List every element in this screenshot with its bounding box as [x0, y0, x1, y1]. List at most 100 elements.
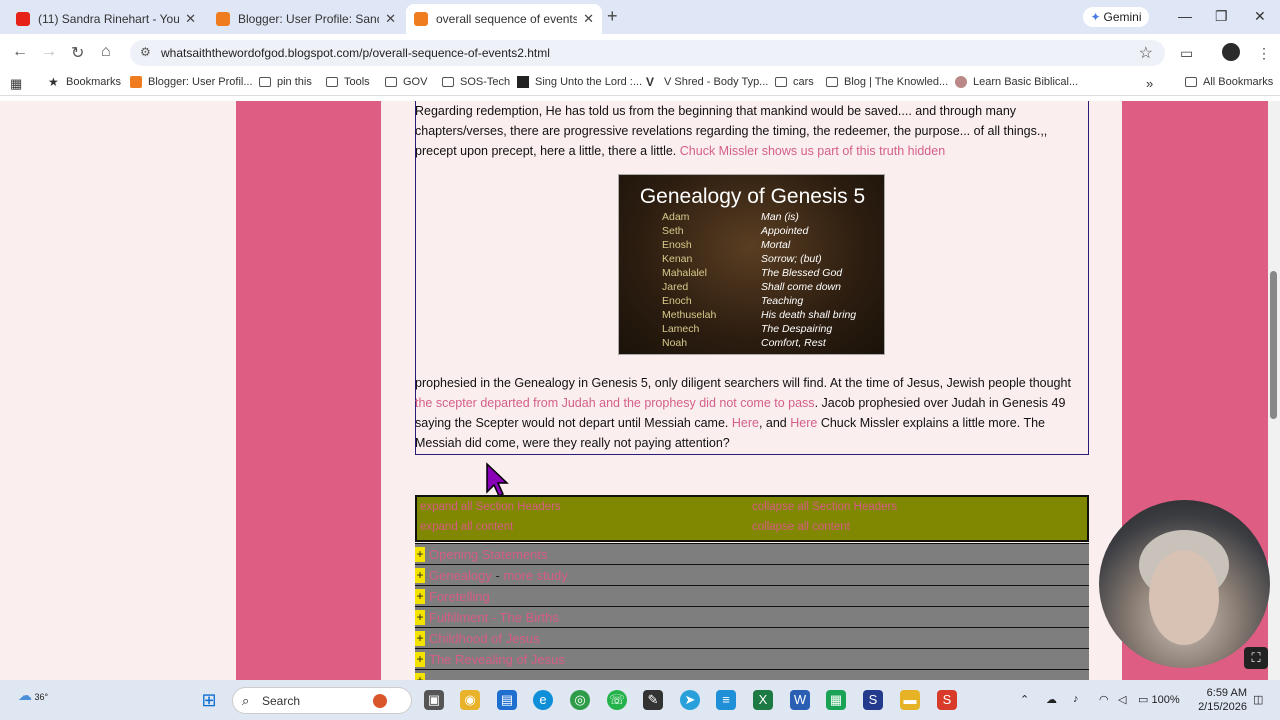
chrome-icon[interactable]: ◎: [570, 690, 590, 710]
bookmark-cars[interactable]: cars: [775, 76, 814, 88]
sway-icon[interactable]: S: [863, 690, 883, 710]
tray-overflow-icon[interactable]: ⌃: [1020, 693, 1029, 706]
close-tab-icon[interactable]: ✕: [583, 11, 594, 27]
profile-avatar[interactable]: [1222, 43, 1240, 61]
section-label[interactable]: Genealogy - more study: [429, 568, 568, 583]
store-icon[interactable]: ▤: [497, 690, 517, 710]
volume-icon[interactable]: ◁: [1118, 693, 1126, 706]
expand-content-link[interactable]: expand all content: [420, 521, 513, 533]
tab-blogger-profile[interactable]: Blogger: User Profile: Sandra Ri ✕: [208, 4, 404, 34]
plus-icon[interactable]: +: [415, 568, 425, 583]
section-label[interactable]: Opening Statements: [429, 547, 548, 562]
section-row[interactable]: + Fulfillment - The Births: [415, 606, 1089, 627]
bookmark-sos-tech[interactable]: SOS-Tech: [442, 76, 510, 88]
site-info-icon[interactable]: ⚙: [140, 45, 151, 59]
clock[interactable]: 6:59 AM 2/15/2026: [1195, 686, 1247, 714]
clock-time: 6:59 AM: [1206, 687, 1247, 699]
excel-icon[interactable]: X: [753, 690, 773, 710]
genealogy-name: Seth: [662, 225, 684, 237]
bookmark-all-bookmarks[interactable]: All Bookmarks: [1185, 76, 1273, 88]
bookmark-vshred[interactable]: VV Shred - Body Typ...: [646, 76, 768, 88]
task-view-icon[interactable]: ▣: [424, 690, 444, 710]
s-app-icon[interactable]: S: [937, 690, 957, 710]
gemini-button[interactable]: ✦ Gemini: [1083, 7, 1149, 27]
word-icon[interactable]: W: [790, 690, 810, 710]
page-scrollbar[interactable]: [1268, 101, 1280, 680]
section-row[interactable]: + Childhood of Jesus: [415, 627, 1089, 648]
bookmark-blogger[interactable]: Blogger: User Profil...: [130, 76, 253, 88]
back-icon[interactable]: ←: [12, 43, 28, 61]
link-here-1[interactable]: Here: [732, 416, 759, 430]
link-scepter[interactable]: the scepter departed from Judah and the …: [415, 396, 815, 410]
tab-youtube[interactable]: (11) Sandra Rinehart - YouTube ✕: [8, 4, 204, 34]
close-tab-icon[interactable]: ✕: [385, 11, 396, 27]
section-row[interactable]: + Foretelling: [415, 585, 1089, 606]
plus-icon[interactable]: +: [415, 547, 425, 562]
whatsapp-icon[interactable]: ☏: [607, 690, 627, 710]
file-explorer-icon[interactable]: ▬: [900, 690, 920, 710]
bookmarks-overflow-button[interactable]: »: [1146, 76, 1153, 91]
sheets-icon[interactable]: ▦: [826, 690, 846, 710]
widgets-icon[interactable]: ◉: [460, 690, 480, 710]
windows-start-icon[interactable]: ⊞: [199, 690, 219, 710]
section-label[interactable]: Childhood of Jesus: [429, 631, 540, 646]
apps-icon[interactable]: ▦: [10, 76, 22, 92]
notepad-icon[interactable]: ≡: [716, 690, 736, 710]
section-row[interactable]: + Opening Statements: [415, 543, 1089, 564]
section-row[interactable]: + Genealogy - more study: [415, 564, 1089, 585]
bookmark-gov[interactable]: GOV: [385, 76, 427, 88]
section-row[interactable]: + The Revealing of Jesus: [415, 648, 1089, 669]
battery-indicator[interactable]: ▭ 100%: [1138, 693, 1180, 706]
microphone-icon[interactable]: ♪: [1073, 693, 1079, 705]
plus-icon[interactable]: +: [415, 673, 425, 680]
expand-headers-link[interactable]: expand all Section Headers: [420, 501, 561, 513]
plus-icon[interactable]: +: [415, 631, 425, 646]
plus-icon[interactable]: +: [415, 610, 425, 625]
collapse-content-link[interactable]: collapse all content: [752, 521, 850, 533]
section-label[interactable]: Fulfillment - The Births: [429, 610, 559, 625]
link-here-2[interactable]: Here: [790, 416, 817, 430]
restore-button[interactable]: ❐: [1215, 8, 1228, 25]
taskbar-search[interactable]: ⌕ Search: [232, 687, 412, 714]
menu-icon[interactable]: ⋮: [1257, 45, 1271, 62]
onedrive-icon[interactable]: ☁: [1046, 693, 1057, 706]
section-row[interactable]: +: [415, 669, 1089, 680]
url-text[interactable]: whatsaiththewordofgod.blogspot.com/p/ove…: [161, 46, 550, 60]
bookmark-star-icon[interactable]: ☆: [1139, 43, 1153, 63]
bookmark-tools[interactable]: Tools: [326, 76, 370, 88]
scrollbar-thumb[interactable]: [1270, 271, 1277, 419]
gemini-icon: ✦: [1090, 10, 1101, 24]
genealogy-meaning: Sorrow; (but): [761, 253, 822, 265]
home-icon[interactable]: ⌂: [101, 43, 111, 61]
close-window-button[interactable]: ✕: [1254, 8, 1266, 25]
webcam-overlay: [1099, 500, 1270, 668]
bookmark-blog-knowledge[interactable]: Blog | The Knowled...: [826, 76, 948, 88]
section-label[interactable]: The Revealing of Jesus: [429, 652, 565, 667]
tab-label: (11) Sandra Rinehart - YouTube: [38, 12, 180, 26]
section-label[interactable]: Foretelling: [429, 589, 490, 604]
link-chuck-missler[interactable]: Chuck Missler shows us part of this trut…: [680, 144, 945, 158]
inkscape-icon[interactable]: ✎: [643, 690, 663, 710]
more-study-link[interactable]: more study: [503, 568, 567, 583]
forward-icon[interactable]: →: [41, 43, 57, 61]
minimize-button[interactable]: —: [1178, 8, 1192, 24]
reload-icon[interactable]: ↻: [71, 43, 84, 63]
expand-webcam-icon[interactable]: ⛶: [1244, 647, 1268, 669]
tab-overall-sequence[interactable]: overall sequence of events2 ✕: [406, 4, 602, 34]
notification-icon[interactable]: ◫: [1253, 693, 1263, 706]
bookmark-learn-biblical[interactable]: Learn Basic Biblical...: [955, 76, 1078, 88]
weather-widget[interactable]: ☁ 36°: [18, 687, 48, 704]
address-bar[interactable]: ⚙ whatsaiththewordofgod.blogspot.com/p/o…: [130, 40, 1165, 66]
collapse-headers-link[interactable]: collapse all Section Headers: [752, 501, 897, 513]
wifi-icon[interactable]: ◠: [1099, 693, 1109, 706]
bookmark-sing-unto[interactable]: Sing Unto the Lord :...: [517, 76, 642, 88]
new-tab-button[interactable]: +: [607, 6, 618, 27]
plus-icon[interactable]: +: [415, 589, 425, 604]
telegram-icon[interactable]: ➤: [680, 690, 700, 710]
cast-icon[interactable]: ▭: [1180, 45, 1193, 62]
edge-icon[interactable]: e: [533, 690, 553, 710]
bookmark-bookmarks[interactable]: ★ Bookmarks: [48, 76, 121, 88]
bookmark-pin-this[interactable]: pin this: [259, 76, 312, 88]
plus-icon[interactable]: +: [415, 652, 425, 667]
close-tab-icon[interactable]: ✕: [185, 11, 196, 27]
